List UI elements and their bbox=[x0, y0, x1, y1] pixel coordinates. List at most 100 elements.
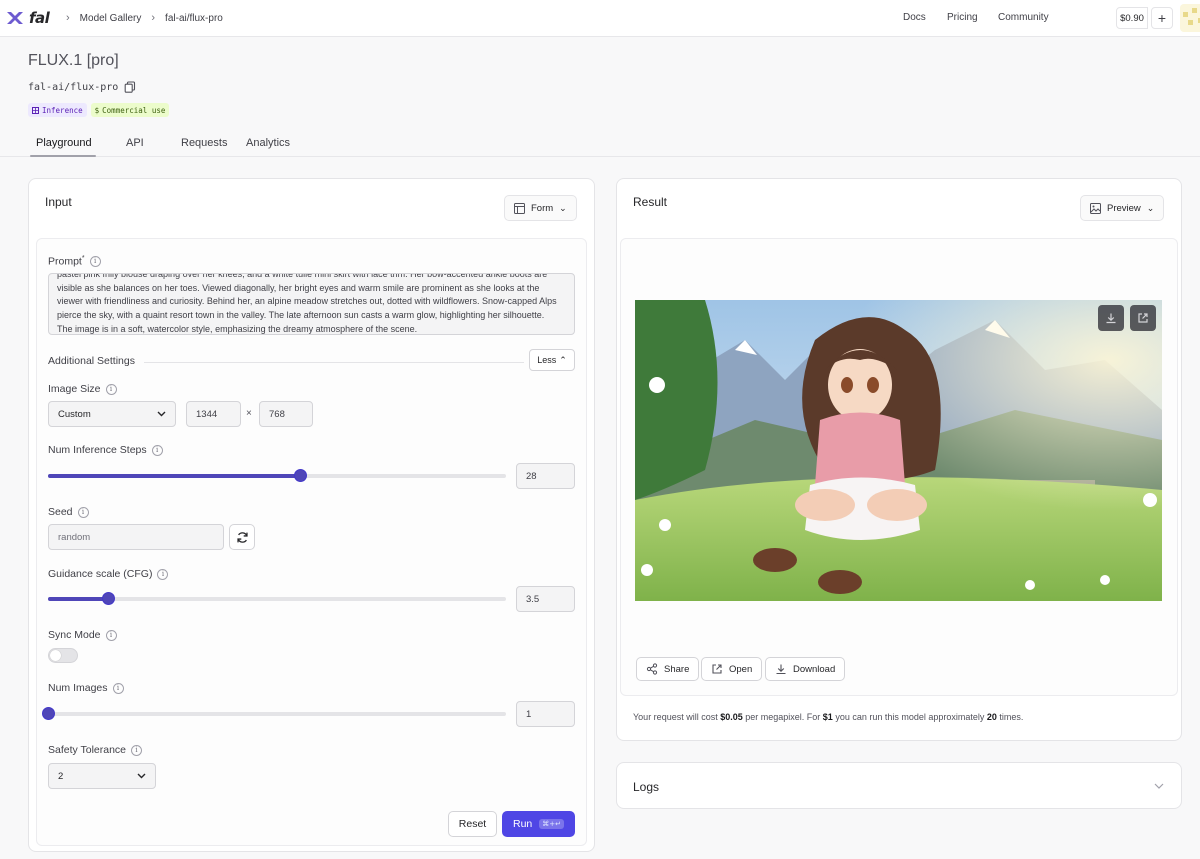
info-icon[interactable]: i bbox=[157, 568, 169, 580]
less-label: Less bbox=[537, 355, 557, 365]
run-label: Run bbox=[513, 818, 533, 830]
info-icon[interactable]: i bbox=[77, 506, 89, 518]
prompt-label-text: Prompt bbox=[48, 255, 82, 268]
top-bar: fal › Model Gallery › fal-ai/flux-pro Do… bbox=[0, 0, 1200, 37]
tab-playground[interactable]: Playground bbox=[36, 137, 92, 149]
chevron-right-icon: › bbox=[66, 12, 70, 24]
guidance-slider[interactable] bbox=[48, 592, 506, 605]
safety-value: 2 bbox=[58, 770, 64, 782]
copy-icon[interactable] bbox=[124, 81, 136, 93]
external-link-icon bbox=[712, 664, 722, 674]
external-link-icon bbox=[1138, 313, 1148, 323]
chevron-down-icon bbox=[1154, 783, 1164, 789]
randomize-seed-button[interactable] bbox=[229, 524, 255, 550]
download-icon bbox=[1106, 313, 1116, 324]
model-id: fal-ai/flux-pro bbox=[28, 81, 136, 93]
tab-api[interactable]: API bbox=[126, 137, 144, 149]
form-mode-button[interactable]: Form ⌄ bbox=[504, 195, 577, 221]
logo-text: fal bbox=[29, 9, 50, 27]
steps-label-text: Num Inference Steps bbox=[48, 444, 147, 456]
num-images-slider-thumb[interactable] bbox=[42, 707, 55, 720]
chevron-right-icon: › bbox=[151, 12, 156, 24]
fal-logo[interactable]: fal bbox=[6, 9, 50, 27]
tab-requests[interactable]: Requests bbox=[181, 137, 227, 149]
num-images-label: Num Images i bbox=[48, 682, 124, 694]
cost-mid: per megapixel. For bbox=[742, 712, 823, 722]
safety-tolerance-select[interactable]: 2 bbox=[48, 763, 156, 789]
preview-mode-button[interactable]: Preview ⌄ bbox=[1080, 195, 1165, 221]
tab-analytics[interactable]: Analytics bbox=[246, 137, 290, 149]
num-images-input[interactable]: 1 bbox=[516, 701, 575, 727]
refresh-icon bbox=[236, 531, 248, 543]
image-open-button[interactable] bbox=[1130, 305, 1156, 331]
result-title: Result bbox=[633, 195, 668, 209]
toggle-knob bbox=[50, 650, 61, 661]
credit-balance[interactable]: $0.90 bbox=[1116, 7, 1148, 29]
prompt-label: Prompt* i bbox=[48, 255, 101, 268]
cost-price: $0.05 bbox=[720, 712, 743, 722]
open-label: Open bbox=[729, 663, 753, 675]
sync-mode-toggle[interactable] bbox=[48, 648, 78, 663]
fal-logo-icon bbox=[7, 12, 23, 24]
steps-slider-fill bbox=[48, 474, 301, 478]
width-input[interactable]: 1344 bbox=[186, 401, 241, 427]
run-shortcut: ⌘+↵ bbox=[539, 819, 564, 829]
steps-label: Num Inference Steps i bbox=[48, 444, 163, 456]
steps-input[interactable]: 28 bbox=[516, 463, 575, 489]
info-icon[interactable]: i bbox=[131, 744, 143, 756]
cost-notice: Your request will cost $0.05 per megapix… bbox=[633, 712, 1023, 722]
chevron-up-icon: ⌃ bbox=[559, 354, 567, 365]
download-button[interactable]: Download bbox=[765, 657, 846, 681]
additional-settings-row: Additional Settings Less ⌃ bbox=[48, 349, 575, 371]
steps-slider[interactable] bbox=[48, 469, 506, 482]
guidance-label-text: Guidance scale (CFG) bbox=[48, 568, 153, 580]
tag-commercial: $ Commercial use bbox=[90, 103, 170, 117]
sync-mode-label: Sync Mode i bbox=[48, 629, 117, 641]
share-button[interactable]: Share bbox=[636, 657, 700, 681]
grid-icon bbox=[32, 106, 39, 114]
info-icon[interactable]: i bbox=[105, 629, 117, 641]
info-icon[interactable]: i bbox=[105, 383, 117, 395]
chevron-down-icon: ⌄ bbox=[1146, 202, 1155, 213]
breadcrumb-model[interactable]: fal-ai/flux-pro bbox=[165, 13, 223, 24]
times-sign: × bbox=[246, 408, 252, 419]
image-download-button[interactable] bbox=[1098, 305, 1124, 331]
tag-commercial-label: Commercial use bbox=[102, 105, 166, 115]
guidance-input[interactable]: 3.5 bbox=[516, 586, 575, 612]
reset-button[interactable]: Reset bbox=[448, 811, 497, 837]
chevron-down-icon bbox=[157, 411, 166, 417]
less-button[interactable]: Less ⌃ bbox=[529, 349, 575, 371]
divider bbox=[144, 362, 524, 363]
image-size-value: Custom bbox=[58, 408, 91, 420]
seed-input[interactable]: random bbox=[48, 524, 224, 550]
model-id-text: fal-ai/flux-pro bbox=[28, 81, 119, 93]
chevron-down-icon bbox=[137, 773, 146, 779]
info-icon[interactable]: i bbox=[151, 444, 163, 456]
open-button[interactable]: Open bbox=[701, 657, 763, 681]
form-mode-label: Form bbox=[531, 202, 554, 214]
prompt-textarea[interactable]: pastel pink frilly blouse draping over h… bbox=[48, 273, 575, 335]
height-input[interactable]: 768 bbox=[259, 401, 313, 427]
avatar[interactable] bbox=[1180, 4, 1200, 32]
breadcrumb-model-gallery[interactable]: Model Gallery bbox=[80, 13, 142, 24]
input-title: Input bbox=[45, 195, 72, 209]
run-button[interactable]: Run ⌘+↵ bbox=[502, 811, 575, 837]
num-images-slider[interactable] bbox=[42, 707, 506, 720]
nav-link-docs[interactable]: Docs bbox=[903, 12, 926, 23]
download-icon bbox=[776, 664, 786, 675]
info-icon[interactable]: i bbox=[112, 682, 124, 694]
result-image[interactable] bbox=[635, 300, 1162, 601]
logs-panel[interactable]: Logs bbox=[616, 762, 1182, 809]
info-icon[interactable]: i bbox=[89, 255, 101, 267]
num-images-label-text: Num Images bbox=[48, 682, 108, 694]
nav-link-pricing[interactable]: Pricing bbox=[947, 12, 978, 23]
cost-mid2: you can run this model approximately bbox=[832, 712, 987, 722]
nav-link-community[interactable]: Community bbox=[998, 12, 1049, 23]
preview-mode-label: Preview bbox=[1107, 202, 1141, 214]
add-credits-button[interactable]: + bbox=[1151, 7, 1173, 29]
generated-illustration bbox=[635, 300, 1162, 601]
image-size-select[interactable]: Custom bbox=[48, 401, 176, 427]
seed-label: Seed i bbox=[48, 506, 89, 518]
image-size-label-text: Image Size bbox=[48, 383, 101, 395]
tag-inference-label: Inference bbox=[42, 105, 83, 115]
